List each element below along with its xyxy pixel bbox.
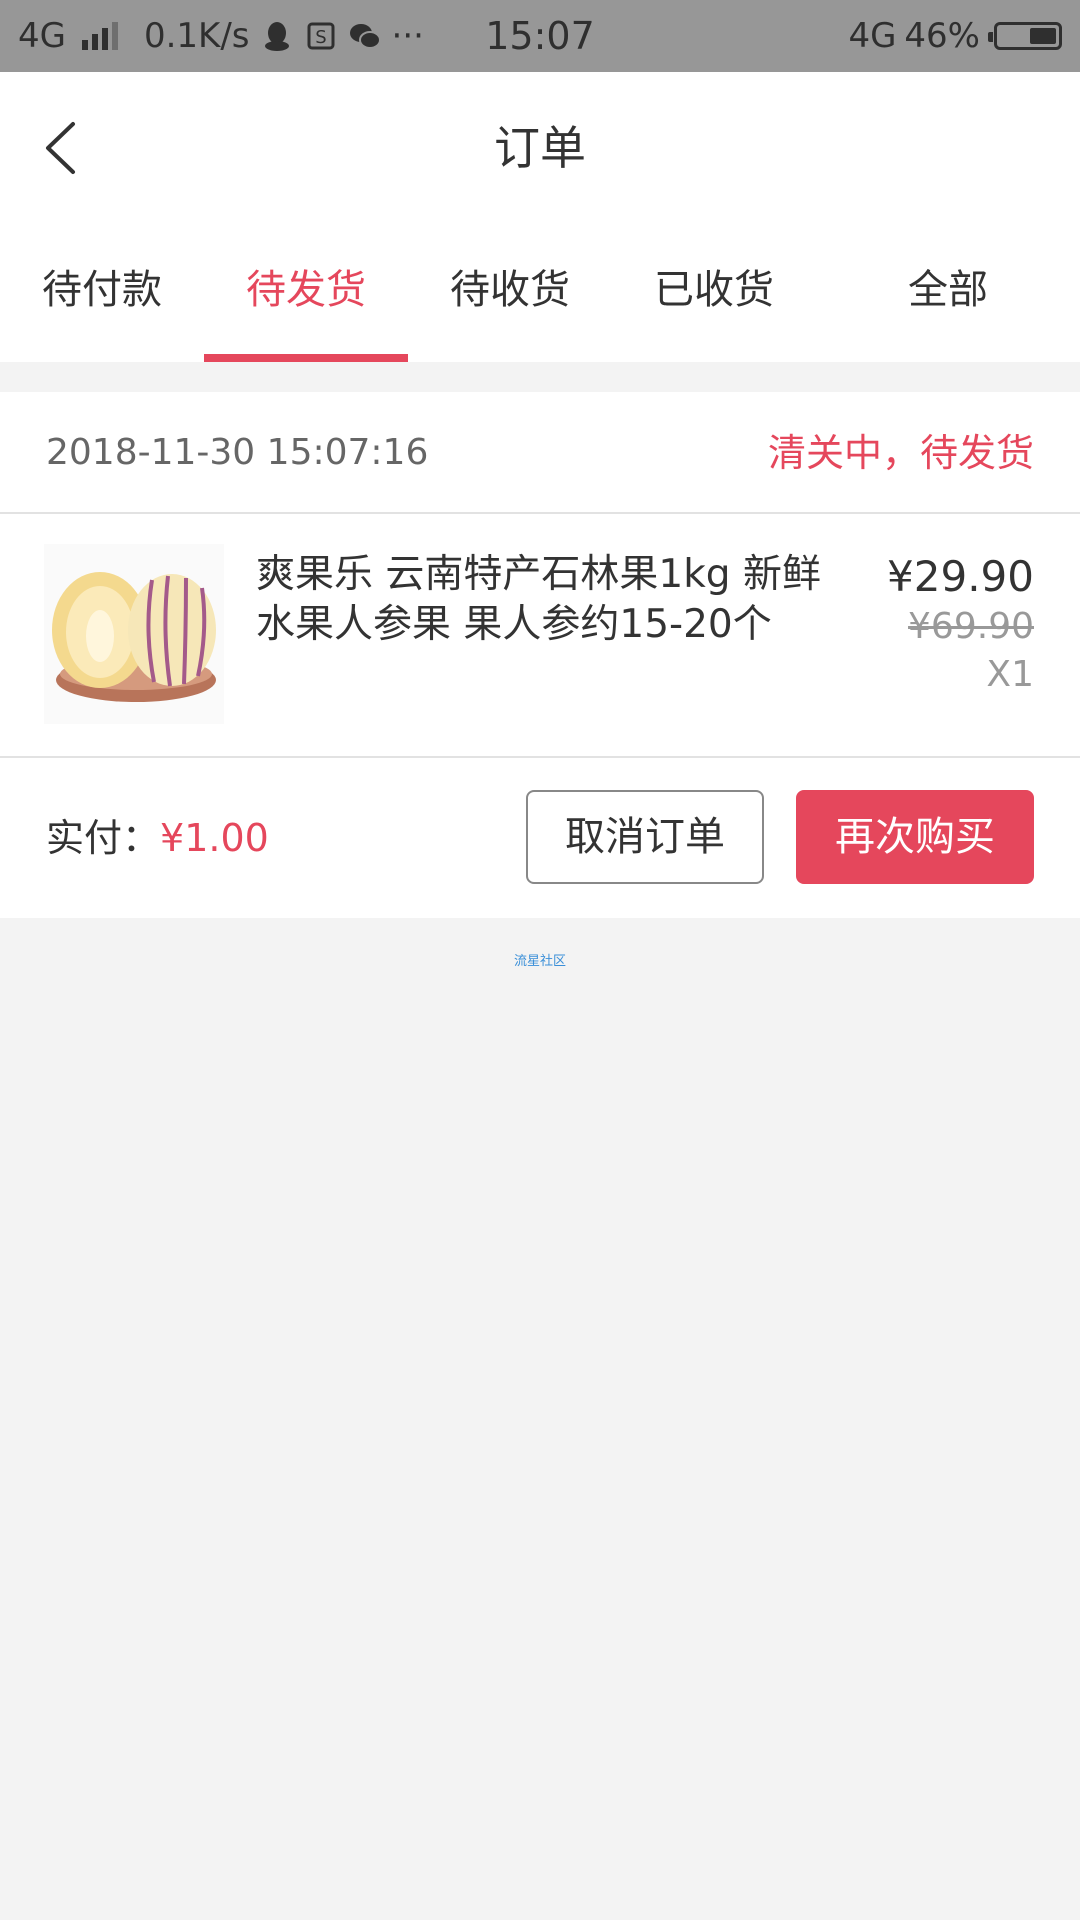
tab-pending-shipment[interactable]: 待发货 (204, 224, 408, 362)
network-speed: 0.1K/s (143, 16, 250, 56)
wechat-icon (349, 24, 381, 49)
s-app-icon: S (307, 22, 335, 50)
product-quantity: X1 (986, 654, 1034, 695)
app-header: 订单 (0, 72, 1080, 224)
cancel-order-button[interactable]: 取消订单 (526, 790, 764, 884)
page-title: 订单 (494, 121, 586, 175)
active-tab-indicator (204, 354, 408, 362)
svg-text:S: S (315, 27, 326, 48)
buy-again-button[interactable]: 再次购买 (796, 790, 1034, 884)
tab-pending-receipt[interactable]: 待收货 (408, 224, 612, 362)
network-type-right: 4G (848, 16, 897, 56)
product-image (44, 544, 224, 724)
tab-pending-payment[interactable]: 待付款 (0, 224, 204, 362)
order-item[interactable]: 爽果乐 云南特产石林果1kg 新鲜水果人参果 果人参约15-20个 ¥29.90… (0, 514, 1080, 758)
product-name: 爽果乐 云南特产石林果1kg 新鲜水果人参果 果人参约15-20个 (256, 552, 821, 647)
qq-icon (264, 22, 289, 51)
tab-all[interactable]: 全部 (816, 224, 1080, 362)
order-status: 清关中，待发货 (767, 431, 1034, 475)
more-dots-icon: ··· (391, 16, 424, 56)
tab-label: 待收货 (450, 267, 570, 313)
status-bar-left: 4G 0.1K/s S ··· (18, 16, 424, 56)
battery-icon (988, 22, 1062, 50)
paid-amount: ¥1.00 (160, 816, 269, 860)
tab-label: 待发货 (246, 267, 366, 313)
status-bar-right: 4G 46% (848, 16, 1062, 56)
order-header: 2018-11-30 15:07:16 清关中，待发货 (0, 392, 1080, 514)
product-price: ¥29.90 (887, 552, 1034, 601)
signal-strength-icon (81, 22, 118, 50)
tab-label: 已收货 (654, 267, 774, 313)
network-type: 4G (18, 16, 66, 56)
tab-label: 全部 (908, 267, 988, 313)
order-time: 2018-11-30 15:07:16 (46, 432, 429, 473)
tab-received[interactable]: 已收货 (612, 224, 816, 362)
status-bar: 4G 0.1K/s S ··· 15:07 4G 46% (0, 0, 1080, 72)
paid-total: 实付：¥1.00 (46, 758, 269, 918)
battery-percent: 46% (904, 16, 980, 56)
paid-label: 实付： (46, 816, 161, 860)
battery-fill (1030, 28, 1056, 44)
order-tabs: 待付款 待发货 待收货 已收货 全部 (0, 224, 1080, 362)
watermark: 流星社区 (513, 954, 566, 969)
order-footer: 实付：¥1.00 取消订单 再次购买 (0, 758, 1080, 918)
product-original-price: ¥69.90 (908, 606, 1034, 647)
tab-label: 待付款 (42, 267, 162, 313)
